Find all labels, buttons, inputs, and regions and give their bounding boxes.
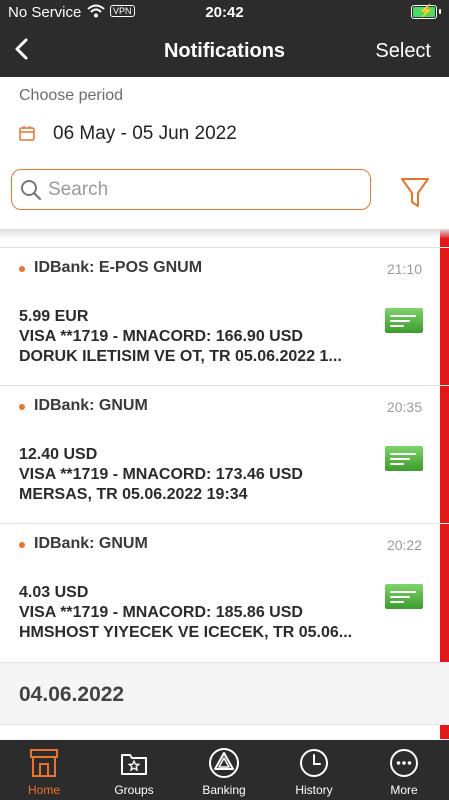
unread-indicator	[440, 386, 449, 523]
notification-amount: 12.40 USD	[19, 446, 98, 463]
filter-panel: Choose period 06 May - 05 Jun 2022	[0, 77, 449, 229]
tab-more[interactable]: More	[360, 740, 448, 800]
date-section-header: 04.06.2022	[0, 663, 440, 725]
more-icon	[390, 749, 418, 777]
search-icon	[21, 180, 42, 201]
tab-label: More	[390, 783, 418, 797]
card-payment-icon	[385, 446, 423, 471]
notification-merchant: MERSAS, TR 05.06.2022 19:34	[19, 486, 248, 503]
notification-merchant: DORUK ILETISIM VE OT, TR 05.06.2022 1...	[19, 348, 342, 365]
tab-history[interactable]: History	[270, 740, 358, 800]
notification-time: 20:35	[386, 399, 422, 415]
notification-card[interactable]: IDBank: E-POS GNUM 21:10 5.99 EUR VISA *…	[0, 248, 440, 386]
bottom-tab-bar: Home Groups Banking History More	[0, 740, 449, 800]
calendar-icon[interactable]	[19, 125, 35, 141]
tab-label: Groups	[114, 783, 154, 797]
notification-time: 20:22	[386, 537, 422, 553]
notification-detail: VISA **1719 - MNACORD: 185.86 USD	[19, 604, 303, 621]
notification-title: IDBank: GNUM	[34, 535, 148, 552]
notification-title: IDBank: GNUM	[34, 397, 148, 414]
navigation-bar: Notifications Select	[0, 30, 449, 72]
groups-icon	[121, 754, 147, 775]
banking-icon	[209, 748, 239, 778]
card-payment-icon	[385, 308, 423, 333]
unread-indicator	[440, 248, 449, 385]
tab-label: Banking	[202, 783, 246, 797]
tab-home[interactable]: Home	[0, 740, 88, 800]
history-icon	[300, 749, 328, 777]
select-button[interactable]: Select	[375, 40, 431, 63]
period-value[interactable]: 06 May - 05 Jun 2022	[53, 123, 237, 145]
home-icon	[30, 749, 58, 777]
card-payment-icon	[385, 584, 423, 609]
notification-card[interactable]: IDBank: GNUM 20:22 4.03 USD VISA **1719 …	[0, 524, 440, 663]
notification-list: IDBank: E-POS GNUM 21:10 5.99 EUR VISA *…	[0, 229, 449, 739]
notification-amount: 5.99 EUR	[19, 308, 89, 325]
search-box[interactable]	[11, 169, 371, 210]
top-header: No Service VPN 20:42 ⚡ Notifications Sel…	[0, 0, 449, 77]
tab-groups[interactable]: Groups	[90, 740, 178, 800]
period-label: Choose period	[19, 87, 124, 104]
notification-detail: VISA **1719 - MNACORD: 173.46 USD	[19, 466, 303, 483]
date-header-label: 04.06.2022	[19, 683, 125, 706]
notification-merchant: HMSHOST YIYECEK VE ICECEK, TR 05.06...	[19, 624, 353, 641]
notification-card[interactable]: IDBank: GNUM 20:35 12.40 USD VISA **1719…	[0, 386, 440, 524]
status-time: 20:42	[205, 4, 244, 21]
unread-dot	[19, 404, 25, 410]
unread-dot	[19, 542, 25, 548]
status-bar: No Service VPN 20:42 ⚡	[0, 0, 449, 24]
filter-funnel-icon[interactable]	[400, 175, 430, 209]
tab-label: History	[295, 783, 333, 797]
unread-indicator	[440, 725, 449, 739]
next-notification-card[interactable]	[0, 724, 440, 739]
unread-indicator	[440, 524, 449, 662]
tab-label: Home	[27, 783, 60, 797]
unread-dot	[19, 266, 25, 272]
search-input[interactable]	[46, 178, 350, 202]
notification-time: 21:10	[386, 261, 422, 277]
notification-amount: 4.03 USD	[19, 584, 89, 601]
battery-icon: ⚡	[411, 3, 441, 19]
notification-detail: VISA **1719 - MNACORD: 166.90 USD	[19, 328, 303, 345]
notification-title: IDBank: E-POS GNUM	[34, 259, 203, 276]
tab-banking[interactable]: Banking	[180, 740, 268, 800]
